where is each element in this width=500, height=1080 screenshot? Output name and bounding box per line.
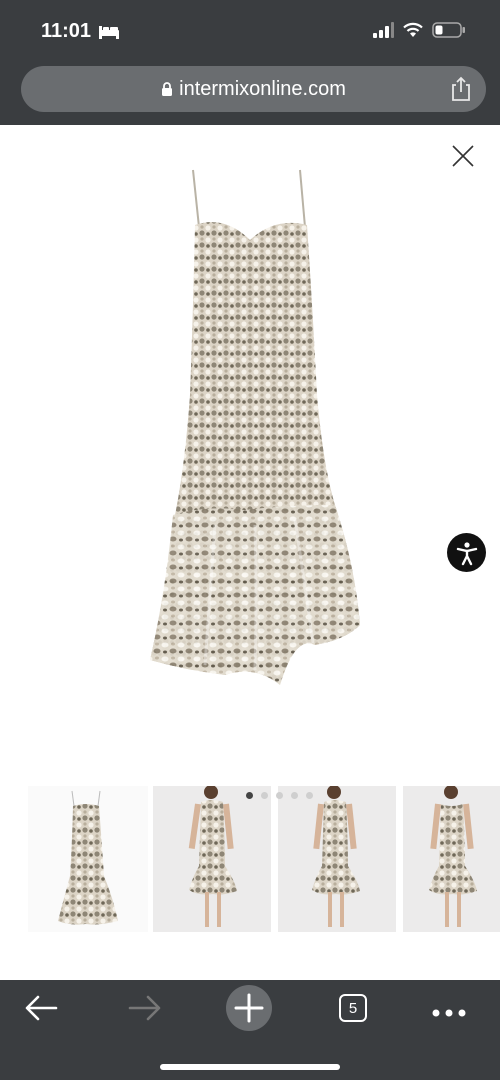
sequin-dress-image — [145, 165, 365, 700]
url-text: intermixonline.com — [179, 77, 346, 100]
lock-icon — [161, 81, 173, 97]
forward-arrow-icon[interactable] — [128, 992, 162, 1029]
status-indicators — [372, 22, 466, 43]
url-bar[interactable]: intermixonline.com — [21, 66, 486, 112]
dress-model-front-2-thumbnail[interactable] — [278, 786, 396, 932]
thumbnail-strip — [28, 786, 500, 934]
carousel-dot[interactable] — [261, 792, 268, 799]
bed-icon — [98, 24, 120, 45]
close-icon[interactable] — [450, 143, 476, 169]
accessibility-icon[interactable] — [447, 533, 486, 572]
battery-low-icon — [432, 22, 466, 43]
dress-flat-thumbnail[interactable] — [28, 786, 148, 932]
carousel-dot[interactable] — [291, 792, 298, 799]
more-dots-icon[interactable] — [432, 1004, 466, 1022]
plus-icon[interactable] — [226, 985, 272, 1036]
top-browser-chrome: 11:01 intermixonline.com — [0, 0, 500, 125]
bottom-toolbar: 5 — [0, 980, 500, 1080]
status-time: 11:01 — [41, 20, 92, 42]
carousel-dot[interactable] — [306, 792, 313, 799]
wifi-icon — [402, 22, 424, 43]
carousel-dot[interactable] — [276, 792, 283, 799]
home-indicator — [160, 1064, 340, 1070]
dress-model-front-thumbnail[interactable] — [153, 786, 271, 932]
dress-model-back-thumbnail[interactable] — [403, 786, 500, 932]
back-arrow-icon[interactable] — [24, 992, 58, 1029]
cellular-signal-icon — [372, 22, 394, 43]
tabs-icon[interactable]: 5 — [339, 994, 367, 1022]
carousel-dot[interactable] — [246, 792, 253, 799]
carousel-dots — [246, 792, 313, 799]
share-icon[interactable] — [450, 76, 472, 107]
